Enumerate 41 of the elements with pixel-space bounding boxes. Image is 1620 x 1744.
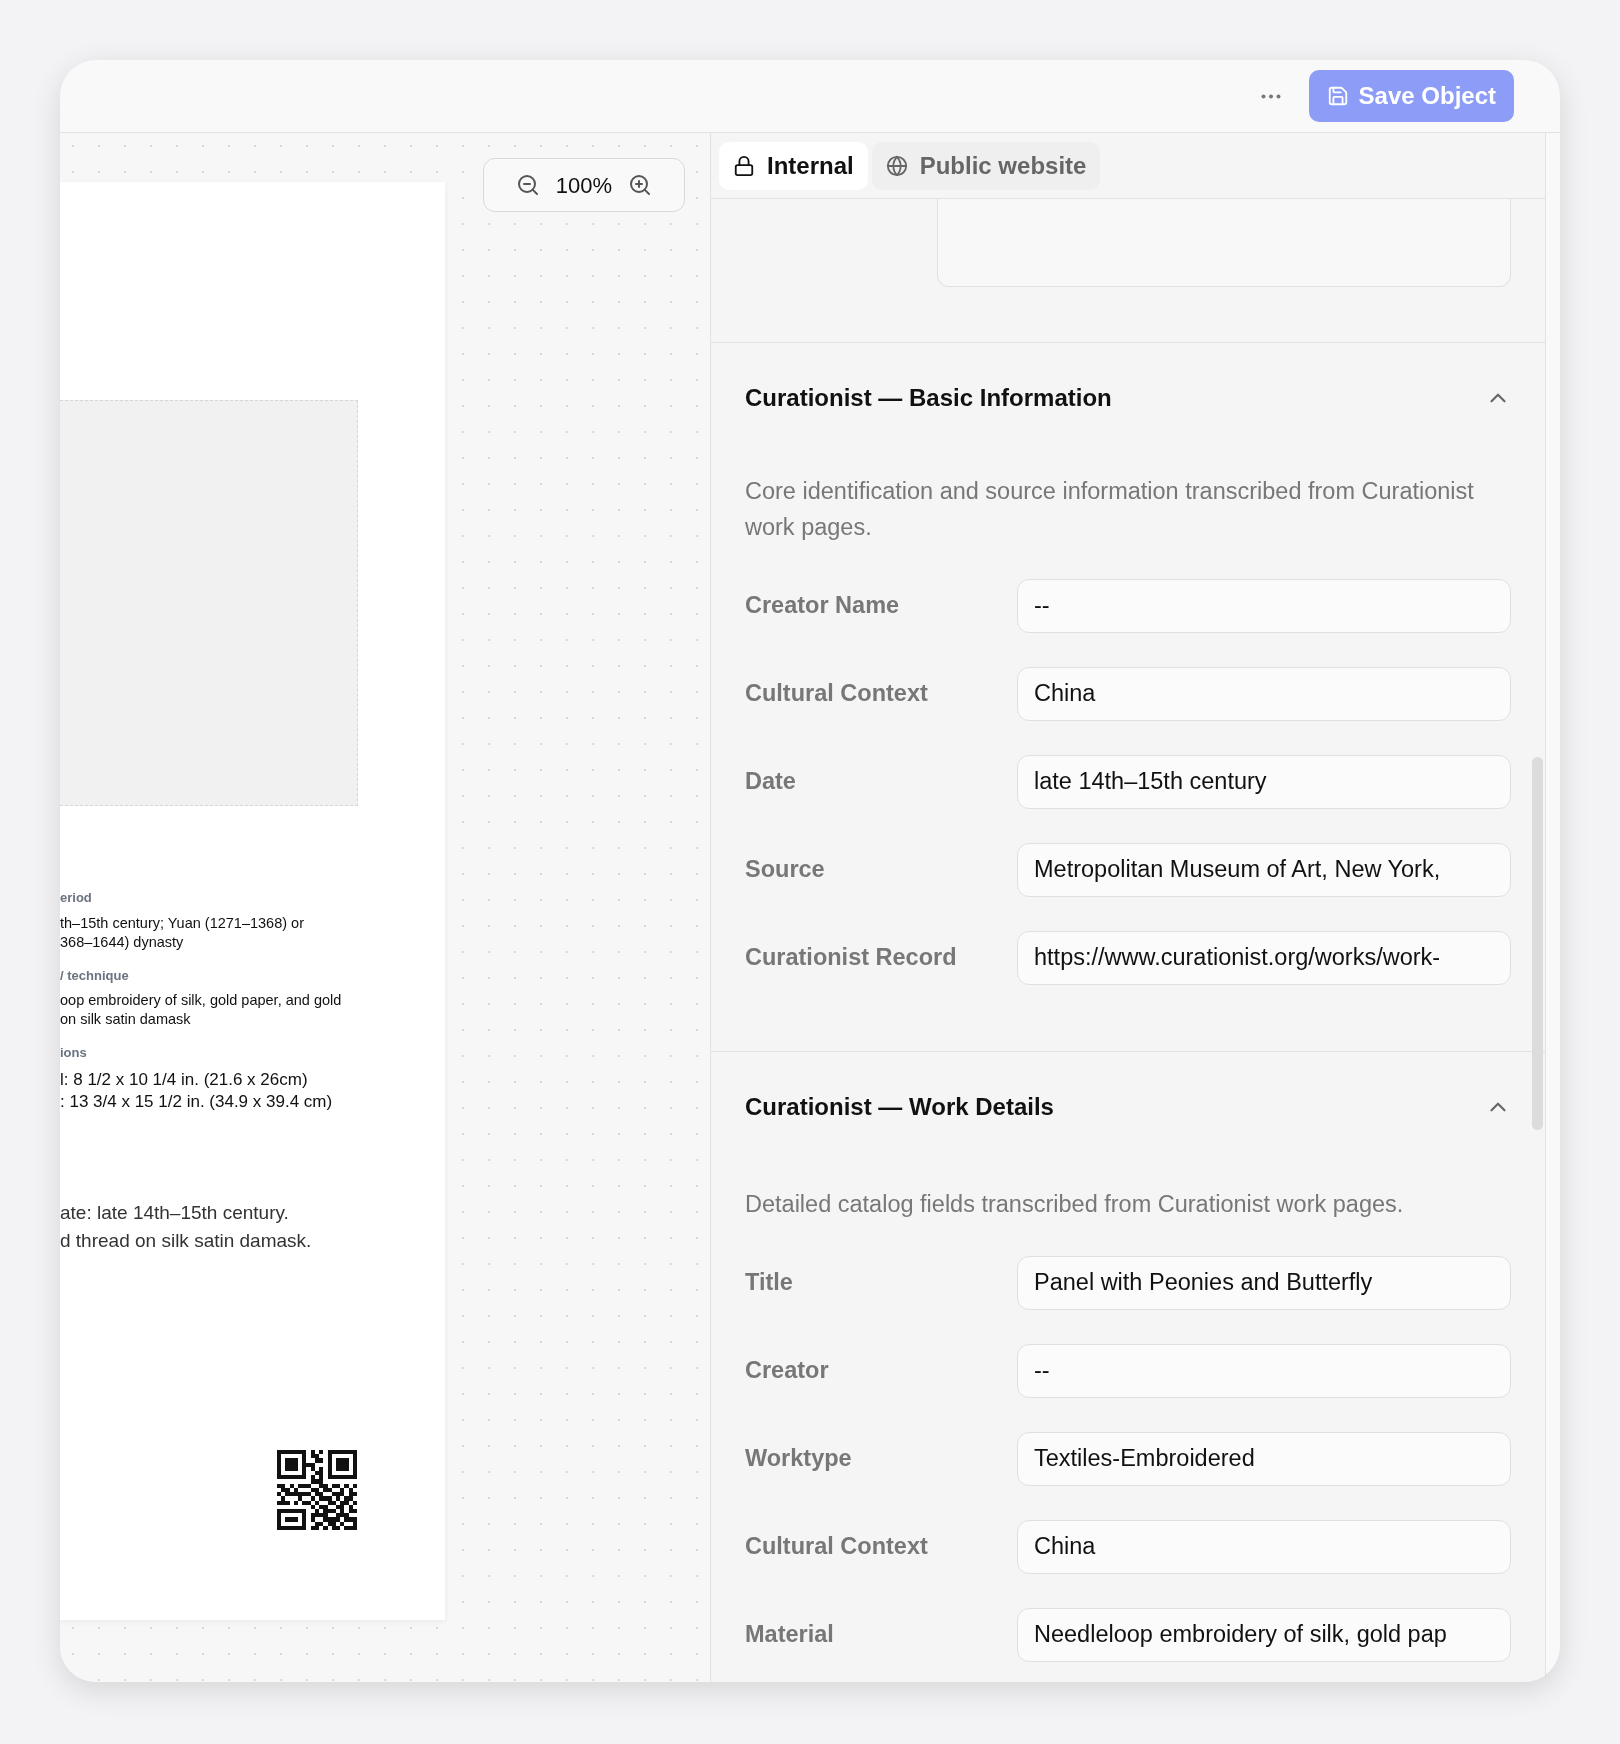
input-field[interactable]: Metropolitan Museum of Art, New York, <box>1017 843 1511 897</box>
save-icon <box>1326 85 1349 107</box>
zoom-out-button[interactable] <box>515 173 540 197</box>
input-field[interactable]: https://www.curationist.org/works/work- <box>1017 931 1511 985</box>
field-label: Cultural Context <box>745 679 929 709</box>
section-description: Detailed catalog fields transcribed from Curationist work pages. <box>745 1190 1405 1219</box>
field-label: / technique <box>60 966 130 985</box>
field-value: l: 8 1/2 x 10 1/4 in. (21.6 x 26cm) : 13 3/4 x 15 1/2 in. (34.9 x 39.4 cm) <box>60 1068 334 1113</box>
field-label: Material <box>745 1620 835 1650</box>
field-value: th–15th century; Yuan (1271–1368) or 368–1644) dynasty <box>60 913 305 952</box>
section-title: Curationist — Basic Information <box>745 383 1112 413</box>
input-field[interactable]: China <box>1017 667 1511 721</box>
field-label: Title <box>745 1268 794 1298</box>
field-value: oop embroidery of silk, gold paper, and gold on silk satin damask <box>60 991 343 1029</box>
caption-text: ate: late 14th–15th century. d thread on silk satin damask. <box>60 1200 313 1253</box>
field-label: Date <box>745 767 797 797</box>
field-label: eriod <box>60 889 93 907</box>
field-label: Creator <box>745 1356 830 1386</box>
lock-icon <box>733 154 755 177</box>
field-label: Source <box>745 855 826 885</box>
field-label: Curationist Record <box>745 943 958 973</box>
input-field[interactable]: -- <box>1017 1344 1511 1398</box>
globe-icon <box>885 154 908 177</box>
input-field[interactable]: China <box>1017 1520 1511 1574</box>
input-field[interactable]: Panel with Peonies and Butterfly <box>1017 1256 1511 1310</box>
field-label: ions <box>60 1044 88 1062</box>
input-field[interactable]: late 14th–15th century <box>1017 755 1511 809</box>
more-icon <box>1260 93 1281 99</box>
field-label: Worktype <box>745 1444 853 1474</box>
zoom-level: 100% <box>555 171 613 200</box>
field-label: Creator Name <box>745 591 901 621</box>
input-field[interactable]: -- <box>1017 579 1511 633</box>
section-description: Core identification and source information transcribed from Curationist work pages. <box>745 477 1475 542</box>
tab[interactable]: Public website <box>871 141 1101 190</box>
section-title: Curationist — Work Details <box>745 1092 1054 1122</box>
input-field[interactable]: Textiles-Embroidered <box>1017 1432 1511 1486</box>
tab[interactable]: Internal <box>719 141 868 190</box>
zoom-in-button[interactable] <box>628 173 653 197</box>
input-field[interactable]: Needleloop embroidery of silk, gold pap <box>1017 1608 1511 1662</box>
more-button[interactable] <box>1260 93 1281 99</box>
field-label: Cultural Context <box>745 1532 929 1562</box>
